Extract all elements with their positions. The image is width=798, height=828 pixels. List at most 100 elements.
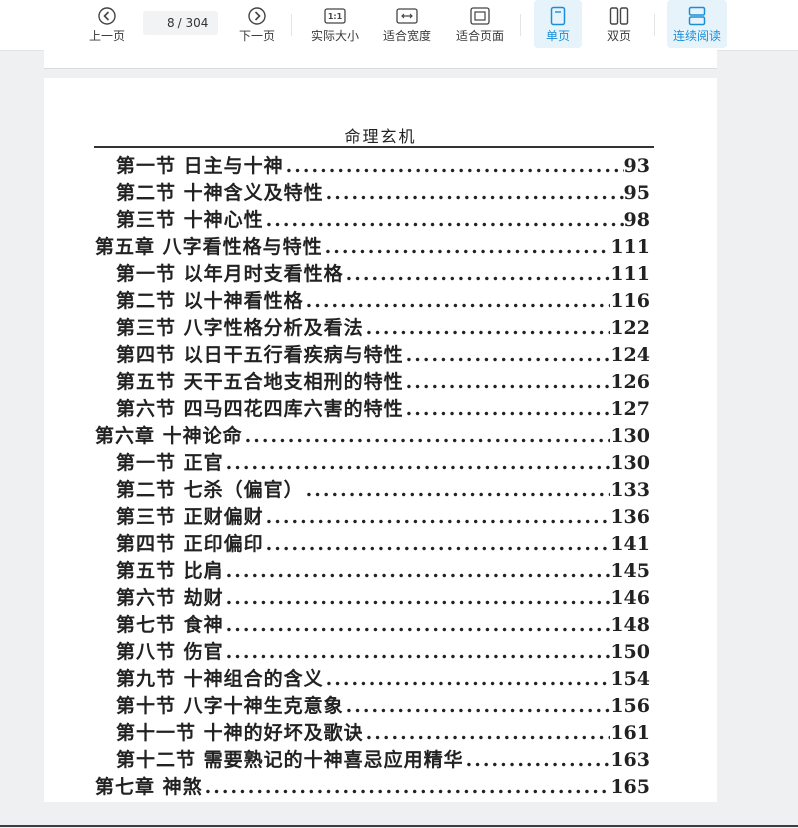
previous-page-edge — [44, 50, 717, 69]
toc-entry-title: 第六章 十神论命 — [95, 425, 243, 447]
toolbar: 上一页 / 304 下一页 1:1 实际大小 适合宽度 适合页面 — [0, 0, 798, 51]
toc-leader-dots: ........................................… — [265, 533, 611, 555]
actual-size-icon: 1:1 — [324, 6, 346, 26]
toc-leader-dots: ........................................… — [265, 209, 624, 231]
toc-entry-page: 156 — [610, 695, 650, 717]
toc-leader-dots: ........................................… — [225, 560, 611, 582]
toc-section[interactable]: 第十一节 十神的好坏及歌诀...........................… — [116, 720, 650, 747]
toc-entry-page: 145 — [610, 560, 650, 582]
toc-section[interactable]: 第六节 劫财..................................… — [116, 585, 650, 612]
toc-section[interactable]: 第十节 八字十神生克意象............................… — [116, 693, 650, 720]
toc-leader-dots: ........................................… — [365, 722, 611, 744]
toc-leader-dots: ........................................… — [465, 749, 611, 771]
continuous-reading-icon — [688, 6, 706, 26]
toc-entry-page: 133 — [610, 479, 650, 501]
running-head: 命理玄机 — [344, 127, 417, 146]
toc-section[interactable]: 第二节 七杀（偏官）..............................… — [116, 477, 650, 504]
toc-entry-page: 126 — [610, 371, 650, 393]
toc-entry-title: 第七节 食神 — [116, 614, 224, 636]
toc-entry-title: 第三节 十神心性 — [116, 209, 264, 231]
toc-section[interactable]: 第一节 日主与十神...............................… — [116, 153, 650, 180]
toc-section[interactable]: 第十二节 需要熟记的十神喜忌应用精华......................… — [116, 747, 650, 774]
toc-entry-title: 第四节 正印偏印 — [116, 533, 264, 555]
toc-leader-dots: ........................................… — [324, 236, 611, 258]
toc-entry-page: 146 — [610, 587, 650, 609]
toc-entry-title: 第十节 八字十神生克意象 — [116, 695, 344, 717]
toc-section[interactable]: 第三节 八字性格分析及看法...........................… — [116, 315, 650, 342]
toc-section[interactable]: 第五节 比肩..................................… — [116, 558, 650, 585]
toc-entry-page: 116 — [610, 290, 650, 312]
toc-entry-title: 第一节 日主与十神 — [116, 155, 284, 177]
fit-page-icon — [470, 6, 490, 26]
toc-leader-dots: ........................................… — [244, 425, 611, 447]
toc-leader-dots: ........................................… — [345, 263, 611, 285]
actual-size-label: 实际大小 — [310, 29, 359, 43]
toc-entry-page: 163 — [610, 749, 650, 771]
toc-leader-dots: ........................................… — [285, 155, 624, 177]
toc-leader-dots: ........................................… — [225, 587, 611, 609]
single-page-button[interactable]: 单页 — [534, 0, 582, 48]
toc-entry-title: 第四节 以日干五行看疾病与特性 — [116, 344, 404, 366]
continuous-reading-button[interactable]: 连续阅读 — [667, 0, 727, 48]
toc-chapter[interactable]: 第七章 神煞..................................… — [95, 774, 650, 801]
toc-leader-dots: ........................................… — [225, 614, 611, 636]
toc-entry-page: 165 — [610, 776, 650, 798]
toc-entry-title: 第七章 神煞 — [95, 776, 203, 798]
toc-leader-dots: ........................................… — [305, 479, 611, 501]
toc-entry-page: 130 — [610, 452, 650, 474]
toc-entry-page: 150 — [610, 641, 650, 663]
toc-entry-page: 154 — [610, 668, 650, 690]
toc-entry-page: 122 — [610, 317, 650, 339]
toc-section[interactable]: 第二节 十神含义及特性.............................… — [116, 180, 650, 207]
bottom-border — [0, 825, 798, 827]
fit-width-label: 适合宽度 — [382, 29, 431, 43]
next-page-button[interactable]: 下一页 — [234, 0, 280, 48]
toc-entry-page: 111 — [610, 263, 650, 285]
toc-leader-dots: ........................................… — [225, 641, 611, 663]
toc-section[interactable]: 第一节 正官..................................… — [116, 450, 650, 477]
toc-section[interactable]: 第六节 四马四花四库六害的特性.........................… — [116, 396, 650, 423]
prev-page-label: 上一页 — [88, 29, 125, 43]
toc-section[interactable]: 第三节 十神心性................................… — [116, 207, 650, 234]
fit-width-button[interactable]: 适合宽度 — [378, 0, 436, 48]
toc-entry-page: 93 — [623, 155, 650, 177]
toc-section[interactable]: 第二节 以十神看性格..............................… — [116, 288, 650, 315]
page-number-input[interactable] — [152, 16, 175, 30]
toc-entry-title: 第六节 劫财 — [116, 587, 224, 609]
toc-section[interactable]: 第四节 以日干五行看疾病与特性.........................… — [116, 342, 650, 369]
toc-entry-title: 第一节 以年月时支看性格 — [116, 263, 344, 285]
toc-chapter[interactable]: 第六章 十神论命................................… — [95, 423, 650, 450]
toc-leader-dots: ........................................… — [405, 398, 611, 420]
toc-section[interactable]: 第三节 正财偏财................................… — [116, 504, 650, 531]
toc-entry-page: 111 — [610, 236, 650, 258]
fit-page-label: 适合页面 — [455, 29, 504, 43]
toc-entry-title: 第三节 八字性格分析及看法 — [116, 317, 364, 339]
prev-page-button[interactable]: 上一页 — [84, 0, 130, 48]
double-page-icon — [609, 6, 629, 26]
toc-entry-title: 第五章 八字看性格与特性 — [95, 236, 323, 258]
next-page-label: 下一页 — [238, 29, 275, 43]
toolbar-divider — [520, 14, 521, 36]
toc-entry-page: 98 — [623, 209, 650, 231]
double-page-button[interactable]: 双页 — [595, 0, 643, 48]
toc-section[interactable]: 第九节 十神组合的含义.............................… — [116, 666, 650, 693]
toc-section[interactable]: 第一节 以年月时支看性格............................… — [116, 261, 650, 288]
toc-entry-title: 第六节 四马四花四库六害的特性 — [116, 398, 404, 420]
toc-section[interactable]: 第七节 食神..................................… — [116, 612, 650, 639]
toc-section[interactable]: 第八节 伤官..................................… — [116, 639, 650, 666]
single-page-label: 单页 — [545, 29, 570, 43]
toc-leader-dots: ........................................… — [305, 290, 611, 312]
toc-leader-dots: ........................................… — [345, 695, 611, 717]
toc-chapter[interactable]: 第五章 八字看性格与特性............................… — [95, 234, 650, 261]
toc-entry-page: 127 — [610, 398, 650, 420]
fit-page-button[interactable]: 适合页面 — [451, 0, 509, 48]
page-total: / 304 — [177, 16, 209, 30]
toc-leader-dots: ........................................… — [325, 668, 611, 690]
toolbar-divider — [291, 14, 292, 36]
toc-entry-page: 141 — [610, 533, 650, 555]
toolbar-divider — [654, 14, 655, 36]
toc-entry-title: 第九节 十神组合的含义 — [116, 668, 324, 690]
toc-section[interactable]: 第五节 天干五合地支相刑的特性.........................… — [116, 369, 650, 396]
actual-size-button[interactable]: 1:1 实际大小 — [306, 0, 364, 48]
toc-section[interactable]: 第四节 正印偏印................................… — [116, 531, 650, 558]
